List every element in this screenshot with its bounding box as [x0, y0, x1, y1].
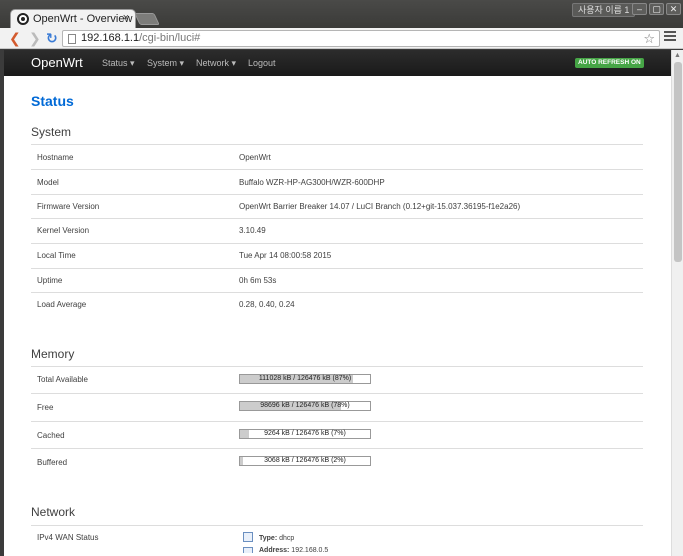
table-row: Buffered 3068 kB / 126476 kB (2%) — [31, 448, 643, 476]
page-icon — [68, 34, 76, 44]
wan-address-value: 192.168.0.5 — [291, 547, 329, 554]
table-row: Cached 9264 kB / 126476 kB (7%) — [31, 421, 643, 448]
row-label: Firmware Version — [37, 202, 100, 211]
browser-menu-icon[interactable] — [664, 31, 676, 43]
browser-tab[interactable]: OpenWrt - Overview × — [10, 9, 136, 29]
memory-progress-bar: 111028 kB / 126476 kB (87%) — [239, 374, 371, 384]
nav-logout[interactable]: Logout — [248, 58, 276, 68]
new-tab-button[interactable] — [134, 13, 160, 25]
ethernet-port-icon — [243, 547, 253, 553]
network-section-title: Network — [31, 505, 76, 519]
tab-close-icon[interactable]: × — [123, 12, 129, 24]
openwrt-favicon-icon — [17, 13, 29, 25]
page-viewport: OpenWrt Status ▾ System ▾ Network ▾ Logo… — [4, 50, 671, 556]
row-label: Free — [37, 403, 54, 412]
table-row: Local Time Tue Apr 14 08:00:58 2015 — [31, 243, 643, 268]
scroll-up-arrow-icon[interactable]: ▲ — [674, 52, 681, 59]
row-label: Hostname — [37, 153, 74, 162]
system-table: Hostname OpenWrt Model Buffalo WZR-HP-AG… — [31, 144, 643, 317]
row-value: 0.28, 0.40, 0.24 — [239, 300, 295, 309]
wan-type-value: dhcp — [279, 535, 295, 542]
row-label: Cached — [37, 431, 65, 440]
network-table: IPv4 WAN Status Type: dhcp Address: 192.… — [31, 525, 643, 556]
url-path: /cgi-bin/luci# — [139, 32, 201, 44]
profile-button[interactable]: 사용자 이름 1 — [572, 3, 636, 17]
back-icon[interactable]: ❮ — [9, 30, 21, 46]
row-value: OpenWrt — [239, 153, 271, 162]
ethernet-port-icon — [243, 532, 253, 542]
table-row: Model Buffalo WZR-HP-AG300H/WZR-600DHP — [31, 169, 643, 194]
maximize-button[interactable]: ▢ — [649, 3, 664, 15]
minimize-button[interactable]: ‒ — [632, 3, 647, 15]
openwrt-navbar: OpenWrt Status ▾ System ▾ Network ▾ Logo… — [4, 50, 671, 76]
brand-logo[interactable]: OpenWrt — [31, 55, 83, 70]
row-value: Tue Apr 14 08:00:58 2015 — [239, 251, 332, 260]
wan-address-key: Address: — [259, 547, 290, 554]
row-label: Kernel Version — [37, 226, 90, 235]
table-row: Uptime 0h 6m 53s — [31, 268, 643, 292]
table-row: Load Average 0.28, 0.40, 0.24 — [31, 292, 643, 317]
nav-network[interactable]: Network ▾ — [196, 58, 236, 69]
row-value: Buffalo WZR-HP-AG300H/WZR-600DHP — [239, 178, 385, 187]
table-row: Firmware Version OpenWrt Barrier Breaker… — [31, 194, 643, 218]
nav-system[interactable]: System ▾ — [147, 58, 184, 69]
close-window-button[interactable]: ✕ — [666, 3, 681, 15]
memory-progress-bar: 9264 kB / 126476 kB (7%) — [239, 429, 371, 439]
table-row: IPv4 WAN Status Type: dhcp Address: 192.… — [31, 525, 643, 556]
forward-icon[interactable]: ❯ — [29, 30, 41, 46]
progress-text: 111028 kB / 126476 kB (87%) — [258, 375, 352, 382]
memory-table: Total Available 111028 kB / 126476 kB (8… — [31, 366, 643, 476]
row-label: Load Average — [37, 300, 87, 309]
nav-status[interactable]: Status ▾ — [102, 58, 135, 69]
wan-type-key: Type: — [259, 535, 278, 542]
window-titlebar: OpenWrt - Overview × 사용자 이름 1 ‒ ▢ ✕ — [0, 0, 683, 29]
system-section-title: System — [31, 125, 72, 139]
memory-progress-bar: 3068 kB / 126476 kB (2%) — [239, 456, 371, 466]
reload-icon[interactable]: ↻ — [46, 30, 58, 46]
wan-address: Address: 192.168.0.5 — [259, 547, 328, 554]
row-label: Local Time — [37, 251, 76, 260]
row-label: Buffered — [37, 458, 68, 467]
row-label: Uptime — [37, 276, 63, 285]
row-value: 3.10.49 — [239, 226, 266, 235]
table-row: Free 98696 kB / 126476 kB (78%) — [31, 393, 643, 421]
wan-type: Type: dhcp — [259, 535, 294, 542]
table-row: Total Available 111028 kB / 126476 kB (8… — [31, 366, 643, 393]
memory-progress-bar: 98696 kB / 126476 kB (78%) — [239, 401, 371, 411]
tab-title: OpenWrt - Overview — [33, 13, 133, 25]
row-label: Model — [37, 178, 59, 187]
browser-toolbar: ❮ ❯ ↻ 192.168.1.1/cgi-bin/luci# ☆ — [0, 28, 683, 49]
bookmark-star-icon[interactable]: ☆ — [643, 31, 655, 47]
row-value: 0h 6m 53s — [239, 276, 277, 285]
address-bar[interactable]: 192.168.1.1/cgi-bin/luci# ☆ — [62, 30, 660, 47]
auto-refresh-badge[interactable]: AUTO REFRESH ON — [575, 58, 644, 68]
vertical-scrollbar[interactable]: ▲ — [671, 50, 683, 556]
row-label: IPv4 WAN Status — [37, 533, 99, 542]
table-row: Kernel Version 3.10.49 — [31, 218, 643, 243]
url-host: 192.168.1.1 — [81, 32, 140, 44]
scroll-thumb[interactable] — [674, 62, 682, 262]
progress-text: 98696 kB / 126476 kB (78%) — [260, 402, 350, 409]
row-label: Total Available — [37, 375, 88, 384]
row-value: OpenWrt Barrier Breaker 14.07 / LuCI Bra… — [239, 202, 521, 211]
progress-text: 9264 kB / 126476 kB (7%) — [264, 430, 346, 437]
table-row: Hostname OpenWrt — [31, 144, 643, 169]
memory-section-title: Memory — [31, 347, 75, 361]
page-title: Status — [31, 93, 74, 109]
progress-text: 3068 kB / 126476 kB (2%) — [264, 457, 346, 464]
url-text: 192.168.1.1/cgi-bin/luci# — [81, 32, 200, 44]
